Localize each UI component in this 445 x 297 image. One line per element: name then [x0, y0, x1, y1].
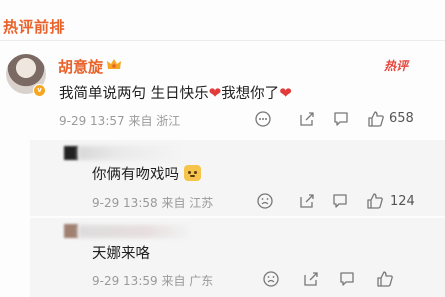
hot-badge: 热评 — [384, 59, 409, 73]
verified-badge-icon: v — [33, 84, 46, 97]
comment-icon[interactable] — [331, 192, 349, 210]
reply-time: 9-29 13:59 — [92, 274, 158, 288]
comment-panel: 热评前排 v 胡意旋 热评 我简单说两句 生日快乐❤我想你了❤ 9-29 13:… — [0, 0, 445, 297]
comment-icon[interactable] — [332, 110, 350, 128]
reply-time: 9-29 13:58 — [92, 196, 158, 210]
share-icon[interactable] — [298, 110, 316, 128]
comment-meta: 9-29 13:57 来自 浙江 — [59, 112, 180, 129]
comment-time: 9-29 13:57 — [59, 114, 125, 128]
reply-text: 你俩有吻戏吗 — [92, 163, 201, 184]
comment-text: 我简单说两句 生日快乐❤我想你了❤ — [59, 82, 292, 103]
comment-location: 来自 浙江 — [128, 114, 181, 128]
more-icon[interactable] — [254, 110, 272, 128]
reply-text-content: 天娜来咯 — [92, 246, 150, 262]
divider — [0, 40, 445, 41]
comment-username[interactable]: 胡意旋 — [58, 56, 103, 77]
reply-meta: 9-29 13:59 来自 广东 — [92, 272, 213, 289]
blurred-username — [78, 225, 188, 238]
dislike-icon[interactable] — [262, 270, 280, 288]
section-title: 热评前排 — [3, 18, 66, 36]
blurred-avatar — [64, 224, 78, 238]
like-icon[interactable] — [376, 270, 394, 288]
vip-crown-icon — [107, 59, 121, 69]
like-count: 124 — [390, 194, 415, 209]
comment-text-part1: 我简单说两句 生日快乐 — [59, 86, 209, 102]
like-icon[interactable] — [366, 192, 384, 210]
comment-icon[interactable] — [338, 270, 356, 288]
share-icon[interactable] — [298, 192, 316, 210]
reply-meta: 9-29 13:58 来自 江苏 — [92, 194, 213, 211]
comment-text-part2: 我想你了 — [221, 86, 280, 102]
reply-text: 天娜来咯 — [92, 242, 150, 263]
reply-location: 来自 广东 — [161, 274, 214, 288]
like-icon[interactable] — [367, 110, 385, 128]
heart-emoji: ❤ — [208, 84, 222, 102]
grin-emoji — [183, 165, 201, 181]
share-icon[interactable] — [302, 270, 320, 288]
dislike-icon[interactable] — [256, 192, 274, 210]
heart-emoji: ❤ — [279, 84, 292, 102]
like-count: 658 — [389, 111, 414, 126]
blurred-username — [78, 146, 178, 160]
blurred-avatar — [64, 146, 78, 160]
reply-location: 来自 江苏 — [161, 196, 214, 210]
reply-text-content: 你俩有吻戏吗 — [92, 167, 179, 183]
